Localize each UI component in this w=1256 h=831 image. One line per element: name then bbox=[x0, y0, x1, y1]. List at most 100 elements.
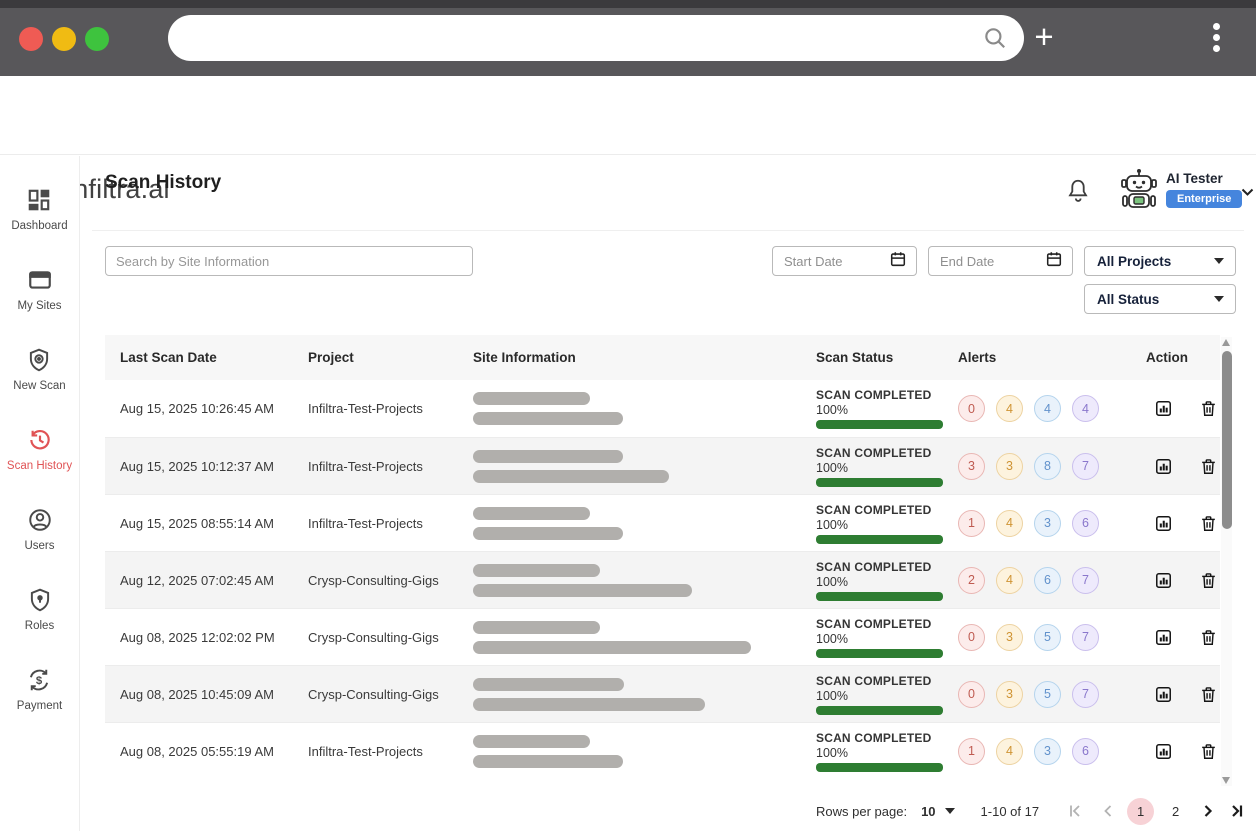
maximize-window-button[interactable] bbox=[85, 27, 109, 51]
first-page-button[interactable] bbox=[1067, 803, 1083, 819]
alert-badge-high[interactable]: 3 bbox=[996, 452, 1023, 480]
alert-badge-high[interactable]: 3 bbox=[996, 680, 1023, 708]
alert-badge-high[interactable]: 3 bbox=[996, 623, 1023, 651]
delete-icon[interactable] bbox=[1199, 399, 1218, 418]
notifications-bell-icon[interactable] bbox=[1065, 177, 1091, 210]
alert-badge-low[interactable]: 4 bbox=[1072, 395, 1099, 422]
alert-badge-high[interactable]: 4 bbox=[996, 509, 1023, 537]
scan-status: SCAN COMPLETED 100% bbox=[816, 503, 958, 544]
calendar-icon[interactable] bbox=[1045, 250, 1063, 273]
row-actions bbox=[1146, 457, 1220, 476]
delete-icon[interactable] bbox=[1199, 742, 1218, 761]
progress-bar bbox=[816, 534, 943, 544]
delete-icon[interactable] bbox=[1199, 571, 1218, 590]
alert-badge-medium[interactable]: 5 bbox=[1034, 623, 1061, 651]
page-number-1[interactable]: 1 bbox=[1127, 797, 1155, 825]
start-date-field[interactable]: Start Date bbox=[772, 246, 917, 276]
alert-badge-critical[interactable]: 1 bbox=[958, 737, 985, 765]
search-icon[interactable] bbox=[982, 25, 1008, 51]
alert-badge-low[interactable]: 6 bbox=[1072, 509, 1099, 537]
scrollbar-thumb[interactable] bbox=[1221, 351, 1232, 529]
alert-badge-medium[interactable]: 8 bbox=[1034, 452, 1061, 480]
last-scan-date: Aug 08, 2025 12:02:02 PM bbox=[120, 629, 275, 645]
user-avatar-robot[interactable] bbox=[1117, 167, 1161, 218]
report-icon[interactable] bbox=[1154, 514, 1173, 533]
table-row: Aug 08, 2025 05:55:19 AM Infiltra-Test-P… bbox=[105, 722, 1220, 779]
report-icon[interactable] bbox=[1154, 685, 1173, 704]
end-date-field[interactable]: End Date bbox=[928, 246, 1073, 276]
alerts: 0 4 4 4 bbox=[958, 395, 1146, 422]
alert-badge-low[interactable]: 7 bbox=[1072, 566, 1099, 594]
last-page-button[interactable] bbox=[1229, 803, 1245, 819]
alert-badge-critical[interactable]: 0 bbox=[958, 623, 985, 651]
rows-per-page-value[interactable]: 10 bbox=[921, 804, 935, 819]
scan-progress-percent: 100% bbox=[816, 574, 848, 589]
window-top-strip bbox=[0, 0, 1256, 8]
alert-badge-critical[interactable]: 1 bbox=[958, 509, 985, 537]
close-window-button[interactable] bbox=[19, 27, 43, 51]
sidebar-item-users[interactable]: Users bbox=[24, 507, 55, 552]
next-page-button[interactable] bbox=[1201, 803, 1215, 819]
redacted-bar bbox=[473, 697, 705, 711]
alert-badge-high[interactable]: 4 bbox=[996, 737, 1023, 765]
last-scan-date: Aug 12, 2025 07:02:45 AM bbox=[120, 572, 274, 588]
calendar-icon[interactable] bbox=[889, 250, 907, 273]
project-filter-dropdown[interactable]: All Projects bbox=[1084, 246, 1236, 276]
alert-badge-medium[interactable]: 4 bbox=[1034, 395, 1061, 422]
alerts: 1 4 3 6 bbox=[958, 737, 1146, 765]
alert-badge-high[interactable]: 4 bbox=[996, 395, 1023, 422]
sidebar-item-scan-history[interactable]: Scan History bbox=[7, 427, 72, 472]
alert-badge-high[interactable]: 4 bbox=[996, 566, 1023, 594]
alert-badge-low[interactable]: 7 bbox=[1072, 452, 1099, 480]
account-chevron-down-icon[interactable] bbox=[1241, 184, 1254, 202]
scroll-down-arrow[interactable] bbox=[1222, 777, 1230, 784]
alert-badge-medium[interactable]: 3 bbox=[1034, 509, 1061, 537]
redacted-bar bbox=[473, 583, 692, 597]
address-input[interactable] bbox=[168, 29, 982, 47]
project-filter-value: All Projects bbox=[1097, 253, 1172, 269]
alert-badge-medium[interactable]: 5 bbox=[1034, 680, 1061, 708]
sidebar-item-roles[interactable]: Roles bbox=[25, 587, 54, 632]
delete-icon[interactable] bbox=[1199, 628, 1218, 647]
progress-bar bbox=[816, 648, 943, 658]
rows-per-page-chevron-icon[interactable] bbox=[944, 808, 955, 814]
redacted-bar bbox=[473, 449, 623, 463]
sidebar-item-my-sites[interactable]: My Sites bbox=[17, 267, 62, 312]
browser-menu-icon[interactable] bbox=[1213, 23, 1220, 52]
alert-badge-critical[interactable]: 2 bbox=[958, 566, 985, 594]
minimize-window-button[interactable] bbox=[52, 27, 76, 51]
sidebar-item-payment[interactable]: $ Payment bbox=[17, 667, 62, 712]
previous-page-button[interactable] bbox=[1101, 803, 1115, 819]
alert-badge-medium[interactable]: 6 bbox=[1034, 566, 1061, 594]
alert-badge-critical[interactable]: 3 bbox=[958, 452, 985, 480]
project-name: Crysp-Consulting-Gigs bbox=[308, 572, 439, 588]
row-actions bbox=[1146, 685, 1220, 704]
table-scrollbar[interactable] bbox=[1221, 337, 1232, 786]
page-title: Scan History bbox=[105, 172, 222, 193]
report-icon[interactable] bbox=[1154, 628, 1173, 647]
scroll-up-arrow[interactable] bbox=[1222, 339, 1230, 346]
alert-badge-medium[interactable]: 3 bbox=[1034, 737, 1061, 765]
account-info[interactable]: AI Tester Enterprise bbox=[1166, 171, 1243, 208]
page-number-2[interactable]: 2 bbox=[1162, 798, 1189, 825]
delete-icon[interactable] bbox=[1199, 514, 1218, 533]
delete-icon[interactable] bbox=[1199, 457, 1218, 476]
report-icon[interactable] bbox=[1154, 457, 1173, 476]
site-search-input[interactable] bbox=[105, 246, 473, 276]
report-icon[interactable] bbox=[1154, 399, 1173, 418]
alert-badge-low[interactable]: 7 bbox=[1072, 680, 1099, 708]
alert-badge-low[interactable]: 7 bbox=[1072, 623, 1099, 651]
site-information-redacted bbox=[473, 392, 816, 425]
report-icon[interactable] bbox=[1154, 571, 1173, 590]
delete-icon[interactable] bbox=[1199, 685, 1218, 704]
sidebar-item-new-scan[interactable]: New Scan bbox=[13, 347, 66, 392]
alert-badge-critical[interactable]: 0 bbox=[958, 680, 985, 708]
address-bar[interactable] bbox=[168, 15, 1024, 61]
sidebar-item-dashboard[interactable]: Dashboard bbox=[11, 187, 68, 232]
alert-badge-low[interactable]: 6 bbox=[1072, 737, 1099, 765]
scan-history-table: Last Scan Date Project Site Information … bbox=[105, 335, 1220, 779]
report-icon[interactable] bbox=[1154, 742, 1173, 761]
status-filter-dropdown[interactable]: All Status bbox=[1084, 284, 1236, 314]
alert-badge-critical[interactable]: 0 bbox=[958, 395, 985, 422]
new-tab-button[interactable]: + bbox=[1030, 14, 1058, 60]
